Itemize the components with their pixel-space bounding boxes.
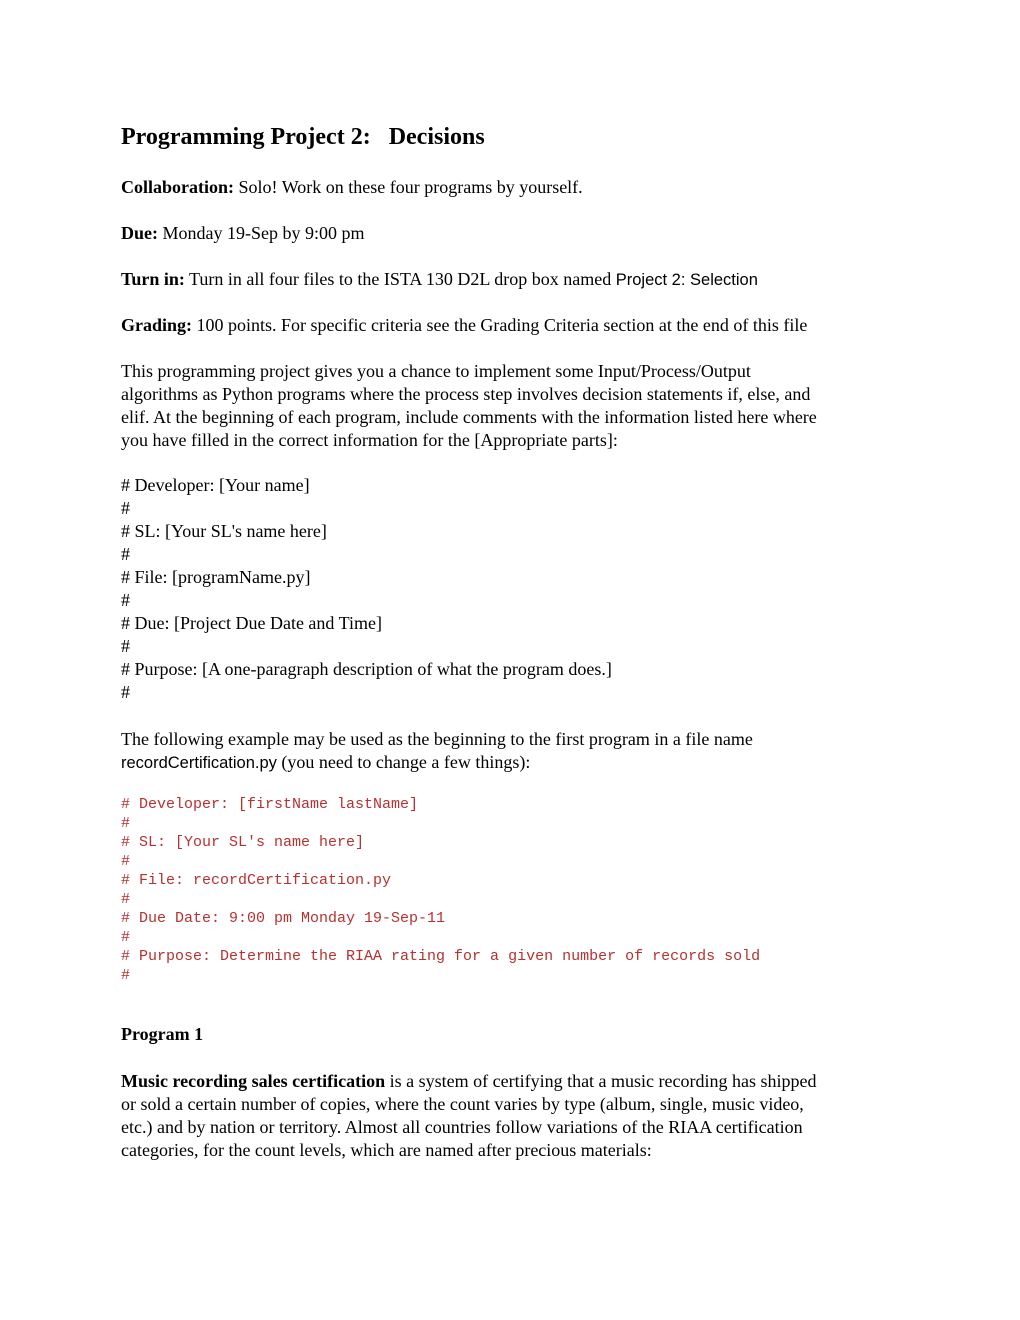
due-value: Monday 19-Sep by 9:00 pm <box>158 223 365 243</box>
example-filename: recordCertification.py <box>121 754 277 772</box>
code-line: # SL: [Your SL's name here] <box>121 834 365 851</box>
grading-field: Grading: 100 points. For specific criter… <box>121 314 807 337</box>
turn-in-field: Turn in: Turn in all four files to the I… <box>121 268 758 292</box>
example-intro-line: recordCertification.py (you need to chan… <box>121 751 911 775</box>
code-line: # File: recordCertification.py <box>121 872 392 889</box>
code-line: # <box>121 815 131 832</box>
code-line: # <box>121 853 131 870</box>
comment-line: # File: [programName.py] <box>121 567 311 587</box>
comment-line: # Due: [Project Due Date and Time] <box>121 613 382 633</box>
comment-line: # <box>121 544 130 564</box>
code-line: # Developer: [firstName lastName] <box>121 796 419 813</box>
code-line: # Purpose: Determine the RIAA rating for… <box>121 948 761 965</box>
comment-line: # <box>121 636 130 656</box>
intro-paragraph: This programming project gives you a cha… <box>121 360 911 452</box>
due-label: Due: <box>121 223 158 243</box>
code-line: # <box>121 929 131 946</box>
template-comments: # Developer: [Your name] # # SL: [Your S… <box>121 474 612 704</box>
collaboration-field: Collaboration: Solo! Work on these four … <box>121 176 583 199</box>
comment-line: # <box>121 590 130 610</box>
page-title: Programming Project 2: Decisions <box>121 124 485 150</box>
program-1-line: Music recording sales certification is a… <box>121 1070 911 1093</box>
example-intro-rest: (you need to change a few things): <box>276 752 531 772</box>
intro-line: you have filled in the correct informati… <box>121 430 618 450</box>
turn-in-label: Turn in: <box>121 269 185 289</box>
collaboration-value: Solo! Work on these four programs by you… <box>234 177 583 197</box>
grading-value: 100 points. For specific criteria see th… <box>192 315 808 335</box>
due-field: Due: Monday 19-Sep by 9:00 pm <box>121 222 365 245</box>
program-1-paragraph: Music recording sales certification is a… <box>121 1070 911 1162</box>
bold-term: Music recording sales certification <box>121 1071 386 1091</box>
program-1-line: categories, for the count levels, which … <box>121 1140 652 1160</box>
program-1-heading: Program 1 <box>121 1024 204 1044</box>
comment-line: # <box>121 498 130 518</box>
example-code-block: # Developer: [firstName lastName] # # SL… <box>121 795 760 985</box>
code-line: # <box>121 967 131 984</box>
intro-line: This programming project gives you a cha… <box>121 361 751 381</box>
code-line: # Due Date: 9:00 pm Monday 19-Sep-11 <box>121 910 446 927</box>
dropbox-name: Project 2: Selection <box>615 271 758 289</box>
turn-in-value: Turn in all four files to the ISTA 130 D… <box>184 269 616 289</box>
program-1-line: or sold a certain number of copies, wher… <box>121 1094 804 1114</box>
intro-line: algorithms as Python programs where the … <box>121 384 811 404</box>
program-1-line-rest: is a system of certifying that a music r… <box>385 1071 817 1091</box>
comment-line: # <box>121 682 130 702</box>
example-intro-line: The following example may be used as the… <box>121 729 753 749</box>
collaboration-label: Collaboration: <box>121 177 235 197</box>
comment-line: # Developer: [Your name] <box>121 475 310 495</box>
intro-line: elif. At the beginning of each program, … <box>121 407 817 427</box>
comment-line: # Purpose: [A one-paragraph description … <box>121 659 612 679</box>
code-line: # <box>121 891 131 908</box>
example-intro-paragraph: The following example may be used as the… <box>121 728 911 775</box>
program-1-line: etc.) and by nation or territory. Almost… <box>121 1117 803 1137</box>
grading-label: Grading: <box>121 315 193 335</box>
comment-line: # SL: [Your SL's name here] <box>121 521 327 541</box>
